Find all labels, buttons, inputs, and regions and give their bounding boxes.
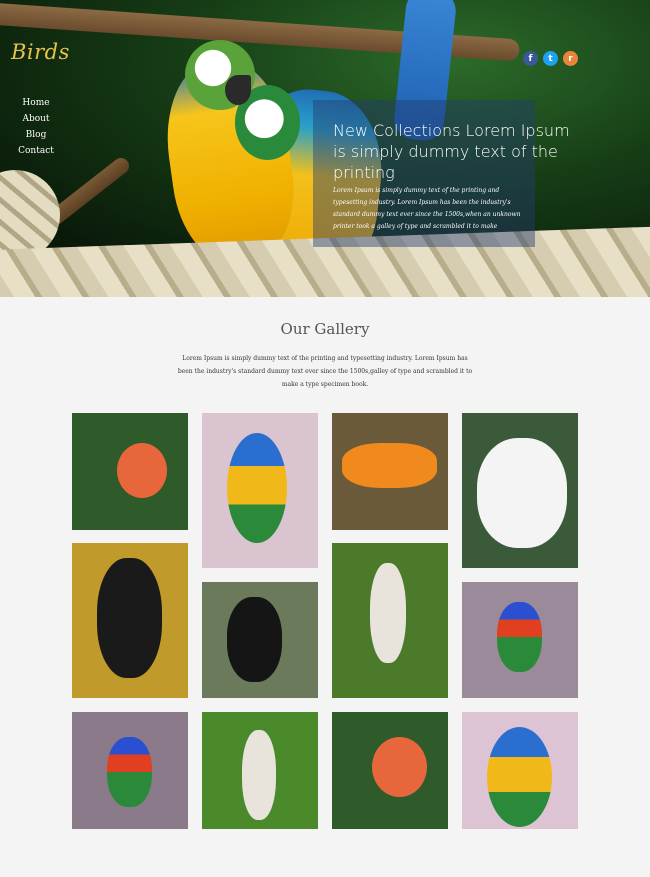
gallery-photo-stork-grass[interactable]	[202, 712, 318, 829]
gallery-photo-white-swan[interactable]	[462, 413, 578, 568]
gallery-photo-lorikeet-closeup[interactable]	[462, 712, 578, 829]
bird-shape	[372, 737, 427, 797]
gallery-photo-toucan[interactable]	[202, 582, 318, 698]
gallery-photo-rainbow-lorikeet[interactable]	[202, 413, 318, 568]
gallery-photo-white-stork[interactable]	[332, 543, 448, 698]
gallery-photo-scarlet-ibis[interactable]	[72, 413, 188, 530]
rope	[0, 170, 60, 260]
bird-shape	[107, 737, 152, 807]
bird-shape	[227, 433, 287, 543]
gallery-photo-inca-tern[interactable]	[72, 543, 188, 698]
nav-item-contact[interactable]: Contact	[18, 143, 54, 159]
gallery-description: Lorem Ipsum is simply dummy text of the …	[177, 355, 473, 388]
bird-shape	[370, 563, 406, 663]
main-nav: Home About Blog Contact	[18, 95, 54, 159]
bird-shape	[227, 597, 282, 682]
twitter-icon[interactable]: t	[543, 51, 558, 66]
hero-text: Lorem Ipsum is simply dummy text of the …	[333, 187, 521, 230]
gallery-title: Our Gallery	[280, 320, 370, 338]
bird-shape	[477, 438, 567, 548]
social-links: f t r	[523, 51, 578, 66]
nav-item-about[interactable]: About	[18, 111, 54, 127]
facebook-icon[interactable]: f	[523, 51, 538, 66]
site-logo[interactable]: Birds	[11, 40, 70, 64]
bird-shape	[242, 730, 276, 820]
gallery-photo-ibis-foliage[interactable]	[332, 712, 448, 829]
rss-icon[interactable]: r	[563, 51, 578, 66]
gallery-photo-lorikeet-branch[interactable]	[462, 582, 578, 698]
gallery-photo-lorikeet-perched[interactable]	[72, 712, 188, 829]
bird-shape	[97, 558, 162, 678]
hero-banner: Birds Home About Blog Contact f t r New …	[0, 0, 650, 297]
bird-shape	[497, 602, 542, 672]
nav-item-home[interactable]: Home	[18, 95, 54, 111]
nav-item-blog[interactable]: Blog	[18, 127, 54, 143]
parrot-beak	[225, 75, 251, 105]
bird-shape	[487, 727, 552, 827]
hero-title: New Collections Lorem Ipsum is simply du…	[333, 121, 570, 182]
gallery-photo-lovebirds[interactable]	[332, 413, 448, 530]
bird-shape	[117, 443, 167, 498]
bird-shape	[342, 443, 437, 488]
